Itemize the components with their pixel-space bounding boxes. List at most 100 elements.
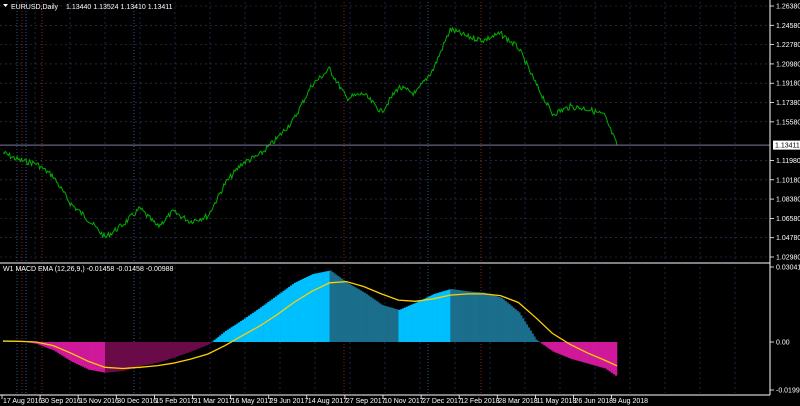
histogram-bar <box>153 342 157 364</box>
histogram-bar <box>202 342 205 347</box>
histogram-bar <box>346 282 349 342</box>
histogram-bar <box>276 295 280 342</box>
histogram-bar <box>381 305 384 342</box>
histogram-bar <box>317 272 320 342</box>
ohlc-values: 1.13440 1.13524 1.13410 1.13411 <box>66 4 173 11</box>
histogram-bar <box>157 342 160 363</box>
histogram-bar <box>130 342 133 369</box>
histogram-bar <box>470 291 473 342</box>
histogram-bar <box>305 277 309 342</box>
histogram-bar <box>245 317 249 342</box>
histogram-bar <box>184 342 187 354</box>
macd-tick-label: -0.01996 <box>776 388 800 395</box>
histogram-bar <box>537 340 540 342</box>
histogram-bar <box>354 287 357 342</box>
time-tick-label: 30 Dec 2016 <box>117 398 157 405</box>
histogram-bar <box>533 336 536 342</box>
histogram-bar <box>321 272 324 342</box>
histogram-bar <box>311 274 314 342</box>
histogram-bar <box>431 294 434 342</box>
histogram-bar <box>286 288 289 342</box>
histogram-bar <box>178 342 181 356</box>
histogram-bar <box>217 336 220 342</box>
histogram-bar <box>161 342 164 362</box>
histogram-bar <box>498 297 501 342</box>
histogram-bar <box>211 341 214 342</box>
histogram-bar <box>427 296 430 342</box>
histogram-bar <box>500 297 503 342</box>
histogram-bar <box>64 342 67 358</box>
time-tick-label: 15 Nov 2016 <box>79 398 119 405</box>
histogram-bar <box>128 342 131 370</box>
histogram-bar <box>377 302 380 342</box>
histogram-bar <box>126 342 129 370</box>
histogram-bar <box>91 342 95 371</box>
histogram-bar <box>267 301 270 342</box>
histogram-bar <box>344 281 347 342</box>
histogram-bar <box>548 342 551 349</box>
symbol-label: EURUSD,Daily <box>11 4 59 11</box>
histogram-bar <box>255 310 259 342</box>
histogram-bar <box>535 339 538 342</box>
histogram-bar <box>512 307 515 342</box>
histogram-bar <box>301 278 305 342</box>
histogram-bar <box>249 314 253 342</box>
histogram-bar <box>66 342 69 359</box>
histogram-bar <box>243 318 247 342</box>
histogram-bar <box>429 295 432 342</box>
histogram-bar <box>413 303 416 342</box>
histogram-bar <box>394 308 397 342</box>
histogram-bar <box>612 342 616 375</box>
macd-header: W1 MACD EMA (12,26,9,) -0.01458 -0.01458… <box>3 266 174 273</box>
histogram-bar <box>288 286 291 342</box>
histogram-bar <box>556 342 559 354</box>
histogram-bar <box>84 342 87 368</box>
histogram-bar <box>114 342 118 372</box>
histogram-bar <box>371 298 374 342</box>
histogram-bar <box>491 294 494 342</box>
histogram-bar <box>527 327 530 342</box>
histogram-bar <box>450 288 453 342</box>
panel-separator[interactable] <box>0 262 770 264</box>
histogram-bar <box>141 342 145 366</box>
histogram-bar <box>598 342 601 367</box>
histogram-bar <box>574 342 577 360</box>
histogram-bar <box>592 342 596 366</box>
histogram-bar <box>101 342 104 373</box>
histogram-bar <box>241 319 245 342</box>
trading-chart[interactable]: 1.26380 1.24580 1.22780 1.20980 1.19180 1.173… <box>0 0 800 406</box>
histogram-bar <box>282 291 285 342</box>
histogram-bar <box>78 342 81 365</box>
price-tick-label: 1.20980 <box>776 61 800 68</box>
histogram-bar <box>406 306 409 342</box>
histogram-bar <box>440 291 444 342</box>
histogram-bar <box>307 276 311 342</box>
time-tick-label: 28 Mar 2018 <box>498 398 537 405</box>
price-tick-label: 1.10180 <box>776 177 800 184</box>
histogram-bar <box>604 342 607 369</box>
histogram-bar <box>572 342 575 360</box>
histogram-bar <box>230 327 233 342</box>
histogram-bar <box>542 342 546 345</box>
histogram-bar <box>68 342 71 361</box>
histogram-bar <box>442 291 445 342</box>
histogram-bar <box>525 324 529 342</box>
histogram-bar <box>174 342 178 357</box>
time-tick-label: 26 Jun 2018 <box>575 398 614 405</box>
histogram-bar <box>88 342 91 370</box>
histogram-bar <box>494 295 498 342</box>
histogram-bar <box>352 286 355 342</box>
histogram-bar <box>423 298 426 342</box>
price-tick-label: 1.24580 <box>776 23 800 30</box>
histogram-bar <box>325 271 328 342</box>
histogram-bar <box>577 342 580 361</box>
histogram-bar <box>215 338 218 342</box>
histogram-bar <box>361 291 364 342</box>
histogram-bar <box>176 342 180 357</box>
histogram-bar <box>186 342 189 353</box>
histogram-bar <box>348 283 351 342</box>
histogram-bar <box>477 292 480 342</box>
histogram-bar <box>365 294 368 342</box>
histogram-bar <box>165 342 168 361</box>
histogram-bar <box>608 342 611 372</box>
